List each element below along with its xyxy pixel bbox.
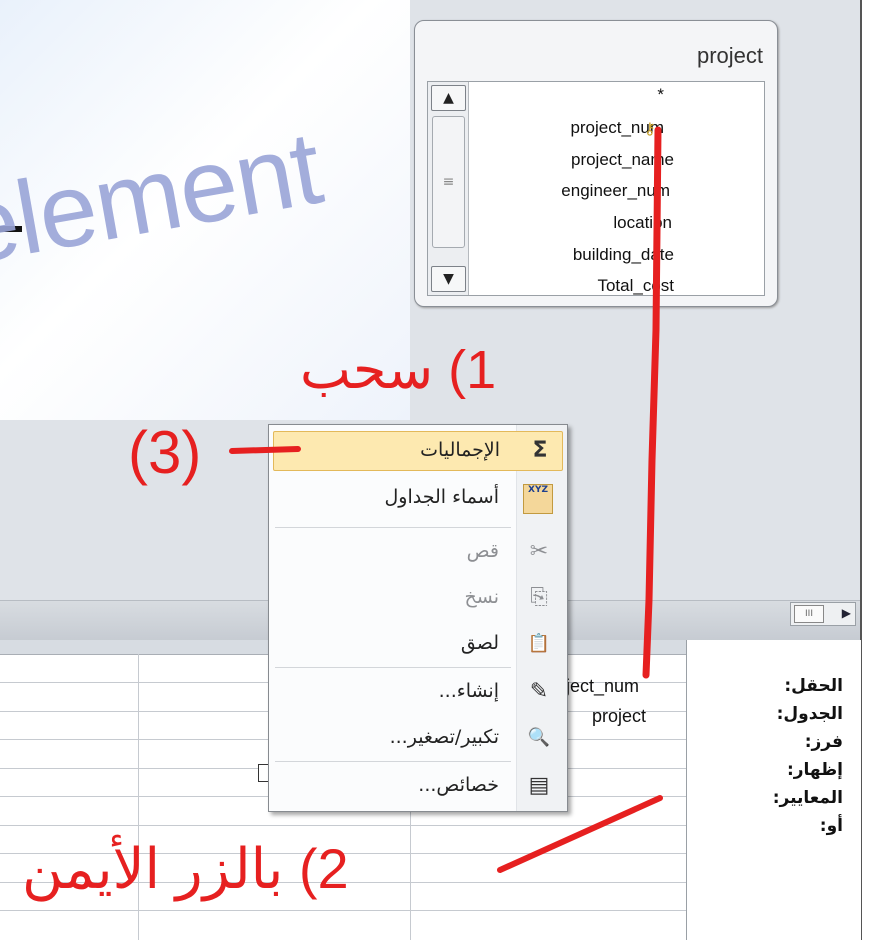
annotation-step2: 2) بالزر الأيمن [22,837,349,900]
drag-arrow-stroke [642,126,662,679]
step3-pointer-stroke [229,446,301,454]
annotation-step1: 1) سحب [300,340,497,400]
annotation-step3: (3) [128,419,202,486]
right-click-stroke [497,795,663,873]
